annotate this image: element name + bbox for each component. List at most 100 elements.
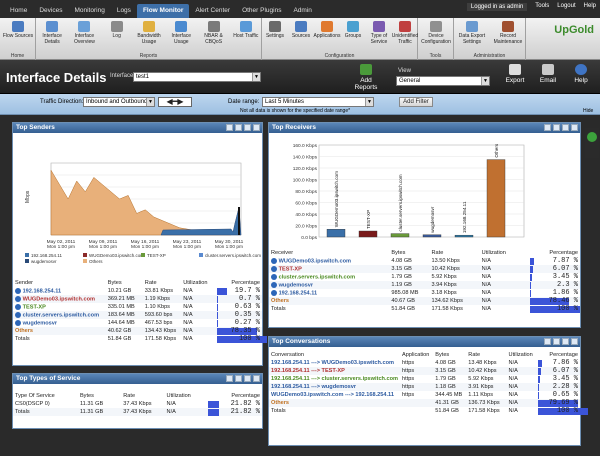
row-link[interactable]: 192.168.254.11 xyxy=(279,290,318,296)
row-link[interactable]: 192.168.254.11 ---> wugdemosvr xyxy=(271,384,356,390)
row-link[interactable]: WUGDemo03.ipswitch.com xyxy=(279,258,351,264)
row-link[interactable]: Others xyxy=(15,328,33,334)
info-icon[interactable] xyxy=(15,319,21,326)
hide-link[interactable]: Hide xyxy=(583,108,593,114)
export-icon[interactable] xyxy=(235,375,242,382)
interface-select[interactable]: test1 ▼ xyxy=(133,72,261,82)
traffic-direction-select[interactable]: Inbound and Outbound ▼ xyxy=(83,97,155,107)
ribbon-bandwidth-usage-button[interactable]: Bandwidth Usage xyxy=(133,20,165,50)
row-link[interactable]: Others xyxy=(271,400,289,406)
table-row[interactable]: Totals 11.31 GB 37.43 Kbps N/A 21.82 % xyxy=(13,408,262,416)
ribbon-flow-sources-button[interactable]: Flow Sources xyxy=(2,20,34,50)
info-icon[interactable] xyxy=(271,265,277,272)
row-link[interactable]: cluster.servers.ipswitch.com xyxy=(279,274,356,280)
row-link[interactable]: cluster.servers.ipswitch.com xyxy=(23,312,100,318)
table-row[interactable]: TEST-XP 3.15 GB 10.42 Kbps N/A 6.07 % xyxy=(269,265,580,273)
ribbon-interface-usage-button[interactable]: Interface Usage xyxy=(165,20,197,50)
refresh-icon[interactable] xyxy=(244,124,251,131)
email-button[interactable]: Email xyxy=(533,64,563,84)
help-menu[interactable]: Help xyxy=(584,3,596,11)
ribbon-nbar-cbqos-button[interactable]: NBAR & CBQoS xyxy=(198,20,230,50)
row-link[interactable]: wugdemosvr xyxy=(23,320,58,326)
table-row[interactable]: 192.168.254.11 ---> cluster.servers.ipsw… xyxy=(269,375,580,383)
table-row[interactable]: 192.168.254.11 ---> TEST-XP https 3.15 GB 1… xyxy=(269,367,580,375)
close-icon[interactable] xyxy=(571,338,578,345)
table-row[interactable]: 192.168.254.11 985.08 MB 3.18 Kbps N/A 1.86 … xyxy=(269,289,580,297)
table-row[interactable]: WUGDemo03.ipswitch.com ---> 192.168.254.… xyxy=(269,391,580,399)
info-icon[interactable] xyxy=(271,257,277,264)
tab-home[interactable]: Home xyxy=(4,4,33,18)
table-row[interactable]: wugdemosvr 1.19 GB 3.94 Kbps N/A 2.3 % xyxy=(269,281,580,289)
row-link[interactable]: TEST-XP xyxy=(23,304,46,310)
close-icon[interactable] xyxy=(253,124,260,131)
row-link[interactable]: 192.168.254.11 ---> TEST-XP xyxy=(271,368,345,374)
ribbon-record-maintenance-button[interactable]: Record Maintenance xyxy=(492,20,524,50)
info-icon[interactable] xyxy=(15,303,21,310)
table-row[interactable]: Others 41.31 GB 136.73 Kbps N/A 79.69 % xyxy=(269,399,580,407)
edit-icon[interactable] xyxy=(544,124,551,131)
info-icon[interactable] xyxy=(271,289,277,296)
tab-other-plugins[interactable]: Other Plugins xyxy=(236,4,287,18)
add-filter-button[interactable]: Add Filter xyxy=(399,97,433,107)
edit-icon[interactable] xyxy=(226,124,233,131)
row-link[interactable]: TEST-XP xyxy=(279,266,302,272)
ribbon-data-export-settings-button[interactable]: Data Export Settings xyxy=(456,20,488,50)
ribbon-host-traffic-button[interactable]: Host Traffic xyxy=(230,20,262,50)
close-icon[interactable] xyxy=(571,124,578,131)
refresh-icon[interactable] xyxy=(244,375,251,382)
tab-alert-center[interactable]: Alert Center xyxy=(189,4,236,18)
tab-flow-monitor[interactable]: Flow Monitor xyxy=(136,4,190,18)
table-row[interactable]: Totals 51.84 GB 171.58 Kbps N/A 100 % xyxy=(269,407,589,415)
export-button[interactable]: Export xyxy=(500,64,530,84)
tools-menu[interactable]: Tools xyxy=(535,3,549,11)
table-row[interactable]: TEST-XP 335.01 MB 1.10 Kbps N/A 0.63 % xyxy=(13,303,262,311)
tab-logs[interactable]: Logs xyxy=(111,4,137,18)
view-select[interactable]: General ▼ xyxy=(396,76,490,86)
ribbon-interface-details-button[interactable]: Interface Details xyxy=(36,20,68,50)
edit-icon[interactable] xyxy=(226,375,233,382)
row-link[interactable]: wugdemosvr xyxy=(279,282,314,288)
tab-devices[interactable]: Devices xyxy=(33,4,68,18)
add-reports-button[interactable]: Add Reports xyxy=(348,64,384,91)
date-range-select[interactable]: Last 5 Minutes ▼ xyxy=(262,97,374,107)
row-link[interactable]: 192.168.254.11 xyxy=(23,288,62,294)
help-button[interactable]: Help xyxy=(566,64,596,84)
row-link[interactable]: 192.168.254.11 ---> WUGDemo03.ipswitch.c… xyxy=(271,360,394,366)
table-row[interactable]: Others 40.62 GB 134.43 Kbps N/A 78.35 % xyxy=(13,327,262,335)
ribbon-interface-overview-button[interactable]: Interface Overview xyxy=(68,20,100,50)
ribbon-log-button[interactable]: Log xyxy=(101,20,133,50)
refresh-icon[interactable] xyxy=(562,124,569,131)
logout-link[interactable]: Logout xyxy=(557,3,575,11)
table-row[interactable]: WUGDemo03.ipswitch.com 4.08 GB 13.50 Kbps N… xyxy=(269,257,580,265)
table-row[interactable]: 192.168.254.11 10.21 GB 33.81 Kbps N/A 19.7 … xyxy=(13,287,262,295)
tab-admin[interactable]: Admin xyxy=(287,4,317,18)
table-row[interactable]: Others 40.67 GB 134.62 Kbps N/A 78.46 % xyxy=(269,297,580,305)
info-icon[interactable] xyxy=(271,273,277,280)
export-icon[interactable] xyxy=(553,124,560,131)
info-icon[interactable] xyxy=(15,311,21,318)
ribbon-unidentified-traffic-button[interactable]: Unidentified Traffic xyxy=(389,20,421,50)
tab-monitoring[interactable]: Monitoring xyxy=(68,4,110,18)
table-row[interactable]: wugdemosvr 144.64 MB 467.53 bps N/A 0.27 % xyxy=(13,319,262,327)
table-row[interactable]: Totals 51.84 GB 171.58 Kbps N/A 100 % xyxy=(13,335,268,343)
close-icon[interactable] xyxy=(253,375,260,382)
row-link[interactable]: WUGDemo03.ipswitch.com xyxy=(23,296,95,302)
info-icon[interactable] xyxy=(15,295,21,302)
row-link[interactable]: 192.168.254.11 ---> cluster.servers.ipsw… xyxy=(271,376,398,382)
row-link[interactable]: Others xyxy=(271,298,289,304)
direction-arrows-icon[interactable]: ◀━▶ xyxy=(158,97,192,107)
export-icon[interactable] xyxy=(235,124,242,131)
row-link[interactable]: WUGDemo03.ipswitch.com ---> 192.168.254.… xyxy=(271,392,394,398)
table-row[interactable]: 192.168.254.11 ---> WUGDemo03.ipswitch.c… xyxy=(269,359,580,367)
table-row[interactable]: 192.168.254.11 ---> wugdemosvr https 1.18 … xyxy=(269,383,580,391)
info-icon[interactable] xyxy=(271,281,277,288)
refresh-icon[interactable] xyxy=(562,338,569,345)
ribbon-device-configuration-button[interactable]: Device Configuration xyxy=(420,20,452,50)
table-row[interactable]: CS0(DSCP 0) 11.31 GB 37.43 Kbps N/A 21.82 % xyxy=(13,400,262,408)
info-icon[interactable] xyxy=(15,287,21,294)
table-row[interactable]: cluster.servers.ipswitch.com 1.79 GB 5.92 … xyxy=(269,273,580,281)
table-row[interactable]: Totals 51.84 GB 171.58 Kbps N/A 100 % xyxy=(269,305,580,313)
table-row[interactable]: WUGDemo03.ipswitch.com 369.21 MB 1.19 Kbps… xyxy=(13,295,262,303)
table-row[interactable]: cluster.servers.ipswitch.com 183.64 MB 593… xyxy=(13,311,262,319)
edit-icon[interactable] xyxy=(544,338,551,345)
